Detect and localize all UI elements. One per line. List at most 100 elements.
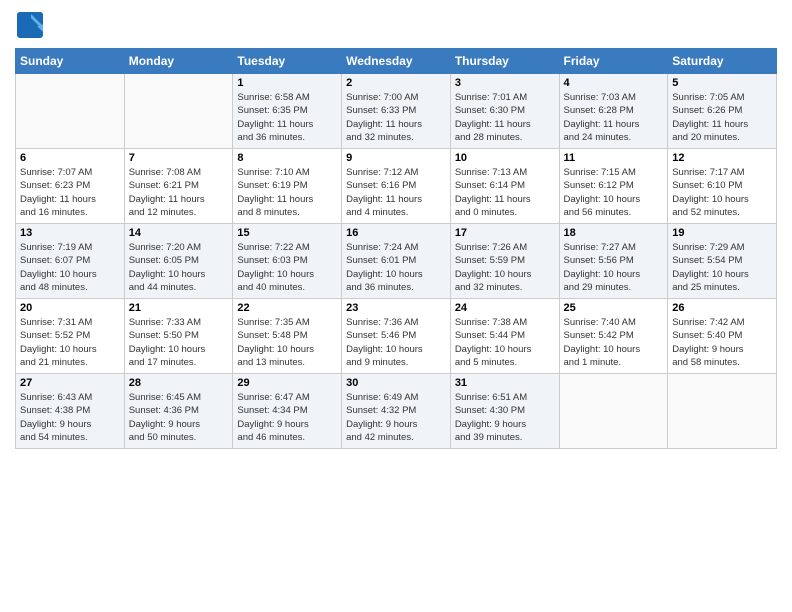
day-info: Sunrise: 7:03 AM Sunset: 6:28 PM Dayligh… [564,91,664,144]
day-number: 29 [237,377,337,389]
day-number: 9 [346,152,446,164]
calendar-week-row: 20 Sunrise: 7:31 AM Sunset: 5:52 PM Dayli… [16,299,777,374]
day-info: Sunrise: 7:12 AM Sunset: 6:16 PM Dayligh… [346,166,446,219]
day-info: Sunrise: 6:47 AM Sunset: 4:34 PM Dayligh… [237,391,337,444]
day-number: 24 [455,302,555,314]
day-number: 28 [129,377,229,389]
calendar-day-cell: 22 Sunrise: 7:35 AM Sunset: 5:48 PM Dayli… [233,299,342,374]
calendar-day-cell: 14 Sunrise: 7:20 AM Sunset: 6:05 PM Dayli… [124,224,233,299]
calendar-day-cell [16,74,125,149]
day-number: 3 [455,77,555,89]
calendar-day-cell: 24 Sunrise: 7:38 AM Sunset: 5:44 PM Dayli… [450,299,559,374]
calendar-week-row: 1 Sunrise: 6:58 AM Sunset: 6:35 PM Daylig… [16,74,777,149]
calendar-day-cell: 6 Sunrise: 7:07 AM Sunset: 6:23 PM Daylig… [16,149,125,224]
day-info: Sunrise: 7:01 AM Sunset: 6:30 PM Dayligh… [455,91,555,144]
calendar-day-cell: 29 Sunrise: 6:47 AM Sunset: 4:34 PM Dayli… [233,374,342,449]
day-of-week-header: Tuesday [233,49,342,74]
calendar-day-cell: 27 Sunrise: 6:43 AM Sunset: 4:38 PM Dayli… [16,374,125,449]
day-info: Sunrise: 7:13 AM Sunset: 6:14 PM Dayligh… [455,166,555,219]
day-info: Sunrise: 6:51 AM Sunset: 4:30 PM Dayligh… [455,391,555,444]
calendar-day-cell: 21 Sunrise: 7:33 AM Sunset: 5:50 PM Dayli… [124,299,233,374]
calendar-day-cell: 26 Sunrise: 7:42 AM Sunset: 5:40 PM Dayli… [668,299,777,374]
day-info: Sunrise: 6:49 AM Sunset: 4:32 PM Dayligh… [346,391,446,444]
day-number: 16 [346,227,446,239]
calendar-day-cell: 2Sunrise: 7:00 AM Sunset: 6:33 PM Daylig… [342,74,451,149]
day-info: Sunrise: 7:33 AM Sunset: 5:50 PM Dayligh… [129,316,229,369]
day-info: Sunrise: 7:19 AM Sunset: 6:07 PM Dayligh… [20,241,120,294]
day-info: Sunrise: 7:27 AM Sunset: 5:56 PM Dayligh… [564,241,664,294]
day-number: 10 [455,152,555,164]
day-number: 22 [237,302,337,314]
day-number: 31 [455,377,555,389]
day-of-week-header: Wednesday [342,49,451,74]
calendar-day-cell [559,374,668,449]
day-info: Sunrise: 7:10 AM Sunset: 6:19 PM Dayligh… [237,166,337,219]
day-info: Sunrise: 7:20 AM Sunset: 6:05 PM Dayligh… [129,241,229,294]
day-info: Sunrise: 6:45 AM Sunset: 4:36 PM Dayligh… [129,391,229,444]
day-number: 17 [455,227,555,239]
header [15,10,777,40]
day-number: 15 [237,227,337,239]
day-info: Sunrise: 7:35 AM Sunset: 5:48 PM Dayligh… [237,316,337,369]
calendar-day-cell: 23 Sunrise: 7:36 AM Sunset: 5:46 PM Dayli… [342,299,451,374]
calendar-header-row: SundayMondayTuesdayWednesdayThursdayFrid… [16,49,777,74]
day-number: 12 [672,152,772,164]
calendar-day-cell: 7Sunrise: 7:08 AM Sunset: 6:21 PM Daylig… [124,149,233,224]
day-number: 6 [20,152,120,164]
calendar-day-cell: 4Sunrise: 7:03 AM Sunset: 6:28 PM Daylig… [559,74,668,149]
calendar-day-cell: 12Sunrise: 7:17 AM Sunset: 6:10 PM Dayli… [668,149,777,224]
logo-icon [15,10,45,40]
calendar-day-cell: 20 Sunrise: 7:31 AM Sunset: 5:52 PM Dayli… [16,299,125,374]
calendar-day-cell [668,374,777,449]
day-info: Sunrise: 7:05 AM Sunset: 6:26 PM Dayligh… [672,91,772,144]
calendar-week-row: 13 Sunrise: 7:19 AM Sunset: 6:07 PM Dayli… [16,224,777,299]
day-of-week-header: Sunday [16,49,125,74]
calendar-day-cell: 18 Sunrise: 7:27 AM Sunset: 5:56 PM Dayli… [559,224,668,299]
day-info: Sunrise: 7:42 AM Sunset: 5:40 PM Dayligh… [672,316,772,369]
day-number: 18 [564,227,664,239]
calendar-day-cell: 17 Sunrise: 7:26 AM Sunset: 5:59 PM Dayli… [450,224,559,299]
day-info: Sunrise: 7:31 AM Sunset: 5:52 PM Dayligh… [20,316,120,369]
calendar-day-cell: 11Sunrise: 7:15 AM Sunset: 6:12 PM Dayli… [559,149,668,224]
day-number: 11 [564,152,664,164]
day-number: 1 [237,77,337,89]
day-of-week-header: Monday [124,49,233,74]
calendar-day-cell [124,74,233,149]
calendar-day-cell: 10 Sunrise: 7:13 AM Sunset: 6:14 PM Dayli… [450,149,559,224]
calendar-day-cell: 30 Sunrise: 6:49 AM Sunset: 4:32 PM Dayli… [342,374,451,449]
day-number: 30 [346,377,446,389]
calendar-day-cell: 28 Sunrise: 6:45 AM Sunset: 4:36 PM Dayli… [124,374,233,449]
day-info: Sunrise: 7:36 AM Sunset: 5:46 PM Dayligh… [346,316,446,369]
day-number: 25 [564,302,664,314]
calendar-day-cell: 9 Sunrise: 7:12 AM Sunset: 6:16 PM Daylig… [342,149,451,224]
calendar-day-cell: 15 Sunrise: 7:22 AM Sunset: 6:03 PM Dayli… [233,224,342,299]
day-info: Sunrise: 7:26 AM Sunset: 5:59 PM Dayligh… [455,241,555,294]
day-of-week-header: Saturday [668,49,777,74]
day-number: 13 [20,227,120,239]
day-info: Sunrise: 7:40 AM Sunset: 5:42 PM Dayligh… [564,316,664,369]
day-of-week-header: Thursday [450,49,559,74]
day-info: Sunrise: 6:58 AM Sunset: 6:35 PM Dayligh… [237,91,337,144]
day-info: Sunrise: 6:43 AM Sunset: 4:38 PM Dayligh… [20,391,120,444]
calendar-week-row: 27 Sunrise: 6:43 AM Sunset: 4:38 PM Dayli… [16,374,777,449]
calendar-day-cell: 25 Sunrise: 7:40 AM Sunset: 5:42 PM Dayli… [559,299,668,374]
day-info: Sunrise: 7:08 AM Sunset: 6:21 PM Dayligh… [129,166,229,219]
day-number: 14 [129,227,229,239]
day-number: 26 [672,302,772,314]
day-number: 27 [20,377,120,389]
day-info: Sunrise: 7:24 AM Sunset: 6:01 PM Dayligh… [346,241,446,294]
calendar-day-cell: 19Sunrise: 7:29 AM Sunset: 5:54 PM Dayli… [668,224,777,299]
day-number: 23 [346,302,446,314]
day-info: Sunrise: 7:29 AM Sunset: 5:54 PM Dayligh… [672,241,772,294]
day-number: 21 [129,302,229,314]
main-container: SundayMondayTuesdayWednesdayThursdayFrid… [0,0,792,459]
day-info: Sunrise: 7:07 AM Sunset: 6:23 PM Dayligh… [20,166,120,219]
calendar-day-cell: 31 Sunrise: 6:51 AM Sunset: 4:30 PM Dayli… [450,374,559,449]
day-info: Sunrise: 7:00 AM Sunset: 6:33 PM Dayligh… [346,91,446,144]
calendar-day-cell: 1 Sunrise: 6:58 AM Sunset: 6:35 PM Daylig… [233,74,342,149]
calendar-day-cell: 8Sunrise: 7:10 AM Sunset: 6:19 PM Daylig… [233,149,342,224]
day-info: Sunrise: 7:38 AM Sunset: 5:44 PM Dayligh… [455,316,555,369]
logo [15,10,49,40]
day-number: 20 [20,302,120,314]
day-info: Sunrise: 7:22 AM Sunset: 6:03 PM Dayligh… [237,241,337,294]
